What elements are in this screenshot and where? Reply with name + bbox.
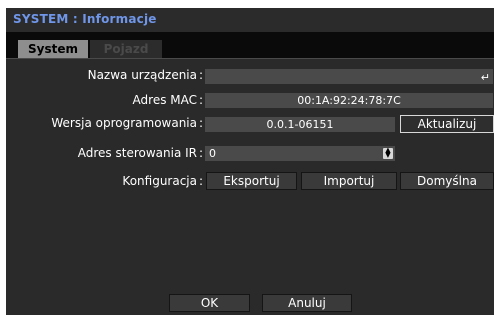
system-info-window: SYSTEM : Informacje System Pojazd Nazwa … bbox=[6, 8, 494, 315]
update-button[interactable]: Aktualizuj bbox=[400, 115, 494, 133]
config-label: Konfiguracja bbox=[122, 174, 197, 188]
mac-colon: : bbox=[199, 93, 204, 107]
enter-icon[interactable]: ↵ bbox=[481, 70, 490, 85]
ir-colon: : bbox=[199, 146, 204, 160]
ok-button[interactable]: OK bbox=[169, 294, 250, 312]
window-title: SYSTEM : Informacje bbox=[13, 12, 157, 26]
info-panel: Nazwa urządzenia : ↵ Adres MAC : 00:1A:9… bbox=[6, 58, 494, 315]
firmware-colon: : bbox=[199, 116, 204, 130]
tab-system[interactable]: System bbox=[18, 40, 88, 58]
device-name-colon: : bbox=[199, 68, 204, 82]
firmware-field: 0.0.1-06151 bbox=[205, 117, 395, 132]
mac-label: Adres MAC bbox=[132, 93, 197, 107]
config-colon: : bbox=[199, 174, 204, 188]
device-name-label: Nazwa urządzenia bbox=[87, 68, 197, 82]
device-name-input[interactable]: ↵ bbox=[205, 69, 493, 84]
import-button[interactable]: Importuj bbox=[301, 172, 397, 190]
default-button[interactable]: Domyślna bbox=[400, 172, 494, 190]
firmware-label: Wersja oprogramowania bbox=[51, 116, 197, 130]
cancel-button[interactable]: Anuluj bbox=[262, 294, 352, 312]
ir-address-stepper[interactable]: 0 ▲ ▼ bbox=[205, 146, 395, 161]
tab-pojazd[interactable]: Pojazd bbox=[90, 40, 162, 58]
title-bar: SYSTEM : Informacje bbox=[6, 8, 494, 32]
ir-label: Adres sterowania IR bbox=[77, 146, 197, 160]
export-button[interactable]: Eksportuj bbox=[206, 172, 297, 190]
spinner-icon[interactable]: ▲ ▼ bbox=[383, 147, 393, 159]
mac-field: 00:1A:92:24:78:7C bbox=[205, 93, 493, 108]
ir-value: 0 bbox=[209, 147, 216, 160]
